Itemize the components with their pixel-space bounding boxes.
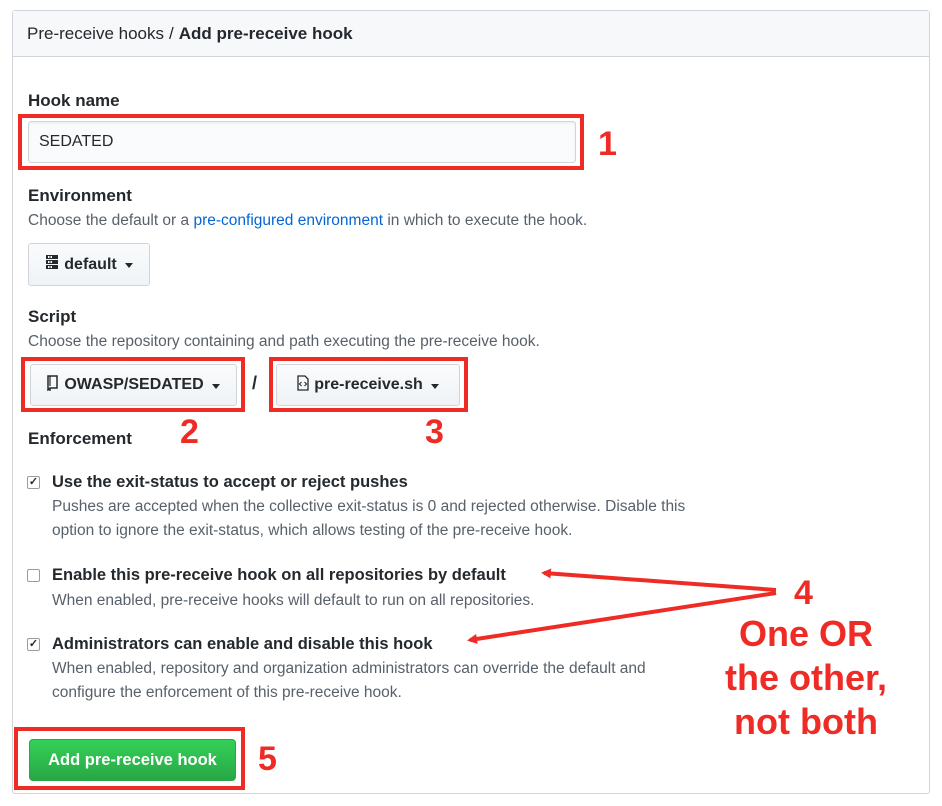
annotation-box-hook-name (18, 114, 584, 170)
breadcrumb: Pre-receive hooks / Add pre-receive hook (13, 11, 929, 57)
breadcrumb-separator: / (169, 23, 174, 43)
enable-all-repos-option-title: Enable this pre-receive hook on all repo… (52, 566, 506, 584)
annotation-note-line3: not both (734, 701, 878, 742)
preconfigured-environment-link[interactable]: pre-configured environment (193, 212, 383, 229)
script-label: Script (28, 307, 77, 326)
annotation-box-submit (14, 727, 245, 790)
annotation-number-4: 4 (794, 574, 813, 612)
admins-can-toggle-option-title: Administrators can enable and disable th… (52, 635, 433, 653)
environment-note-text-end: in which to execute the hook. (383, 212, 588, 229)
enable-all-repos-option-desc: When enabled, pre-receive hooks will def… (52, 592, 535, 609)
admins-can-toggle-option-desc-line2: configure the enforcement of this pre-re… (52, 684, 402, 701)
checkmark-icon: ✓ (28, 638, 39, 650)
breadcrumb-parent-link[interactable]: Pre-receive hooks (27, 24, 164, 44)
annotation-note-line1: One OR (738, 613, 873, 654)
environment-dropdown-button[interactable]: default (28, 243, 150, 286)
annotation-number-1: 1 (598, 125, 617, 163)
annotation-number-3: 3 (425, 413, 444, 451)
breadcrumb-current: Add pre-receive hook (178, 23, 353, 43)
annotation-box-repository (21, 357, 245, 412)
admins-can-toggle-option-desc: When enabled, repository and organizatio… (52, 660, 646, 677)
environment-note-text: Choose the default or a (28, 212, 194, 229)
admins-can-toggle-checkbox[interactable]: ✓ (27, 638, 40, 651)
environment-button-label: default (64, 255, 117, 273)
exit-status-option-desc-line2: option to ignore the exit-status, which … (52, 522, 573, 539)
annotation-note-line2: the other, (724, 657, 888, 698)
exit-status-checkbox[interactable]: ✓ (27, 476, 40, 489)
environment-label: Environment (28, 186, 132, 205)
enforcement-label: Enforcement (28, 429, 132, 448)
enable-all-repos-checkbox[interactable] (27, 569, 40, 582)
environment-note: Choose the default or a pre-configured e… (28, 212, 587, 230)
annotation-box-script-file (269, 357, 468, 412)
annotation-number-2: 2 (180, 413, 199, 451)
hook-name-label: Hook name (28, 91, 120, 110)
checkmark-icon: ✓ (28, 476, 39, 488)
server-icon (45, 254, 59, 275)
annotation-note: One OR the other, not both (716, 612, 896, 744)
exit-status-option-title: Use the exit-status to accept or reject … (52, 473, 408, 491)
annotation-number-5: 5 (258, 740, 277, 778)
script-note: Choose the repository containing and pat… (28, 333, 540, 350)
chevron-down-icon (124, 263, 133, 268)
script-path-separator: / (252, 373, 258, 393)
exit-status-option-desc: Pushes are accepted when the collective … (52, 498, 686, 515)
